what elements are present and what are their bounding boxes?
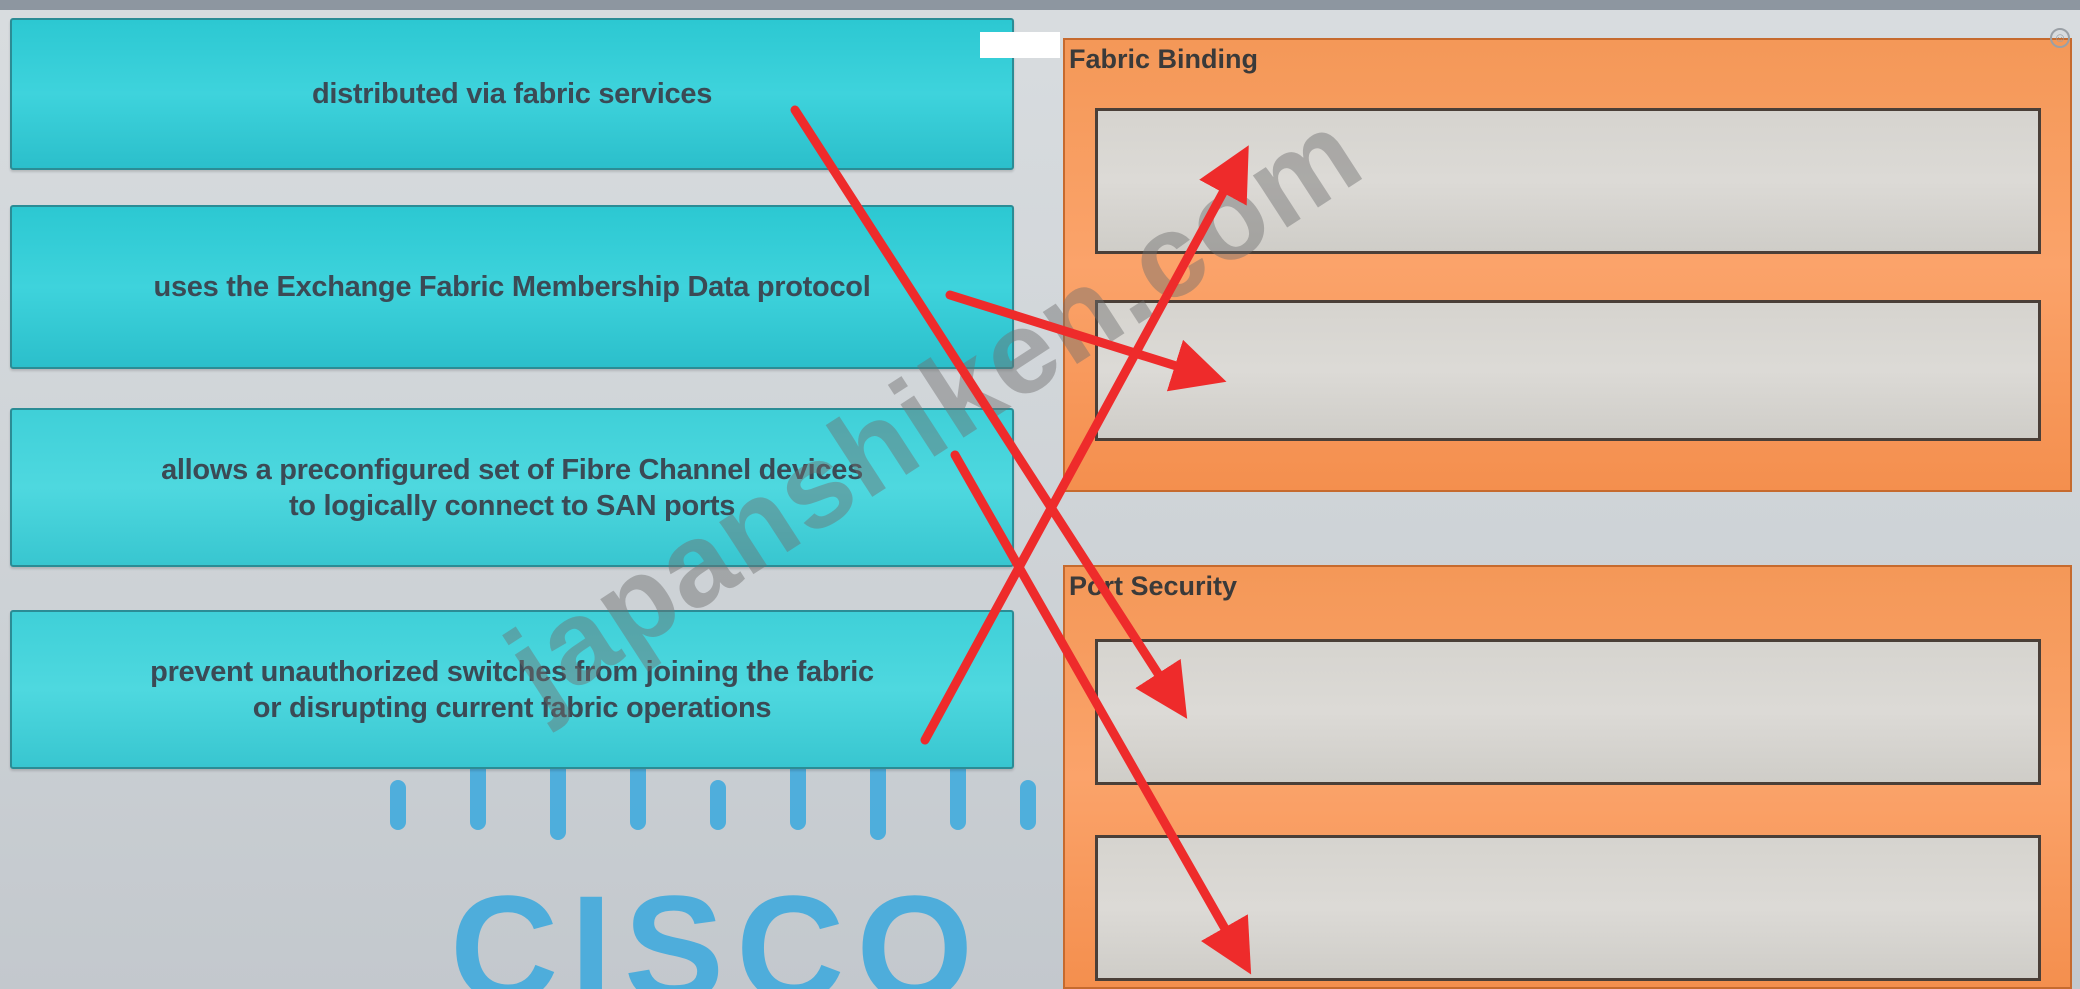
drop-slot-fabric-binding-2[interactable]	[1095, 300, 2041, 441]
target-group-label: Port Security	[1069, 571, 1238, 601]
source-item-efmd-protocol[interactable]: uses the Exchange Fabric Membership Data…	[10, 205, 1014, 369]
cisco-logo-text: CISCO	[450, 864, 985, 989]
smiley-icon: ☺	[2050, 28, 2070, 48]
target-group-label: Fabric Binding	[1069, 44, 1258, 74]
drop-slot-port-security-2[interactable]	[1095, 835, 2041, 981]
source-item-text-line2: or disrupting current fabric operations	[252, 691, 772, 724]
window-top-bar	[0, 0, 2080, 10]
source-item-text: distributed via fabric services	[311, 78, 713, 110]
source-item-fabric-services[interactable]: distributed via fabric services	[10, 18, 1014, 170]
source-item-text: uses the Exchange Fabric Membership Data…	[153, 271, 871, 303]
redaction-mark	[980, 32, 1060, 58]
drop-slot-port-security-1[interactable]	[1095, 639, 2041, 785]
target-group-port-security: Port Security	[1063, 565, 2072, 989]
